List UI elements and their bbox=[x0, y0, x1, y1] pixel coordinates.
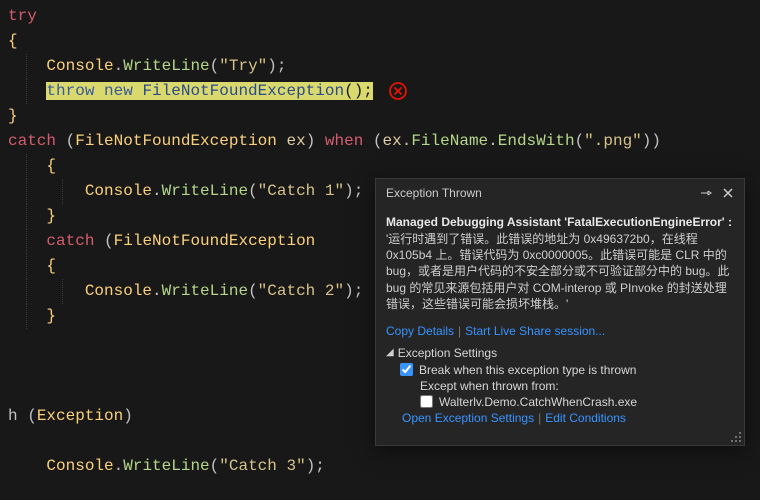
exception-settings-expander[interactable]: ◢ Exception Settings bbox=[386, 346, 734, 360]
exception-popup: Exception Thrown Managed Debugging Assis… bbox=[375, 178, 745, 446]
type-filenotfound: FileNotFoundException bbox=[142, 82, 344, 100]
pin-icon[interactable] bbox=[698, 185, 714, 201]
type-exception: Exception bbox=[37, 407, 123, 425]
resize-grip-icon[interactable] bbox=[730, 431, 742, 443]
param-ex: ex bbox=[286, 132, 305, 150]
exception-message-text: '运行时遇到了错误。此错误的地址为 0x496372b0，在线程 0x105b4… bbox=[386, 231, 734, 312]
edit-conditions-link[interactable]: Edit Conditions bbox=[545, 411, 626, 425]
code-line: { bbox=[0, 154, 760, 179]
except-when-thrown-from-label: Except when thrown from: bbox=[386, 379, 734, 393]
brace-open: { bbox=[8, 32, 18, 50]
brace-close: } bbox=[8, 107, 18, 125]
id-console: Console bbox=[46, 57, 113, 75]
code-line: { bbox=[0, 29, 760, 54]
break-when-thrown-label: Break when this exception type is thrown bbox=[419, 363, 636, 377]
popup-body: Managed Debugging Assistant 'FatalExecut… bbox=[376, 207, 744, 316]
code-line: try bbox=[0, 4, 760, 29]
code-line: catch (FileNotFoundException ex) when (e… bbox=[0, 129, 760, 154]
except-from-exe-checkbox[interactable] bbox=[420, 395, 433, 408]
keyword-try: try bbox=[8, 7, 37, 25]
popup-titlebar[interactable]: Exception Thrown bbox=[376, 179, 744, 207]
open-exception-settings-link[interactable]: Open Exception Settings bbox=[402, 411, 534, 425]
exception-message-title: Managed Debugging Assistant 'FatalExecut… bbox=[386, 215, 734, 229]
current-statement-highlight: throw new FileNotFoundException(); bbox=[46, 82, 373, 100]
keyword-throw: throw bbox=[46, 82, 94, 100]
copy-details-link[interactable]: Copy Details bbox=[386, 324, 454, 338]
popup-title-text: Exception Thrown bbox=[386, 186, 692, 200]
exception-settings-label: Exception Settings bbox=[398, 346, 497, 360]
except-from-exe-label: Walterlv.Demo.CatchWhenCrash.exe bbox=[439, 395, 637, 409]
keyword-catch: catch bbox=[8, 132, 56, 150]
chevron-down-icon: ◢ bbox=[386, 347, 394, 358]
keyword-when: when bbox=[315, 132, 373, 150]
exception-settings-section: ◢ Exception Settings Break when this exc… bbox=[376, 344, 744, 445]
method-writeline: WriteLine bbox=[123, 57, 209, 75]
code-line: Console.WriteLine("Try"); bbox=[0, 54, 760, 79]
code-line-current: throw new FileNotFoundException(); bbox=[0, 79, 760, 104]
code-line: } bbox=[0, 104, 760, 129]
popup-action-links: Copy Details|Start Live Share session... bbox=[376, 316, 744, 344]
string-literal: "Try" bbox=[219, 57, 267, 75]
break-when-thrown-checkbox[interactable] bbox=[400, 363, 413, 376]
exception-error-icon[interactable] bbox=[389, 82, 407, 100]
code-line: Console.WriteLine("Catch 3"); bbox=[0, 454, 760, 479]
close-icon[interactable] bbox=[720, 185, 736, 201]
start-live-share-link[interactable]: Start Live Share session... bbox=[465, 324, 605, 338]
